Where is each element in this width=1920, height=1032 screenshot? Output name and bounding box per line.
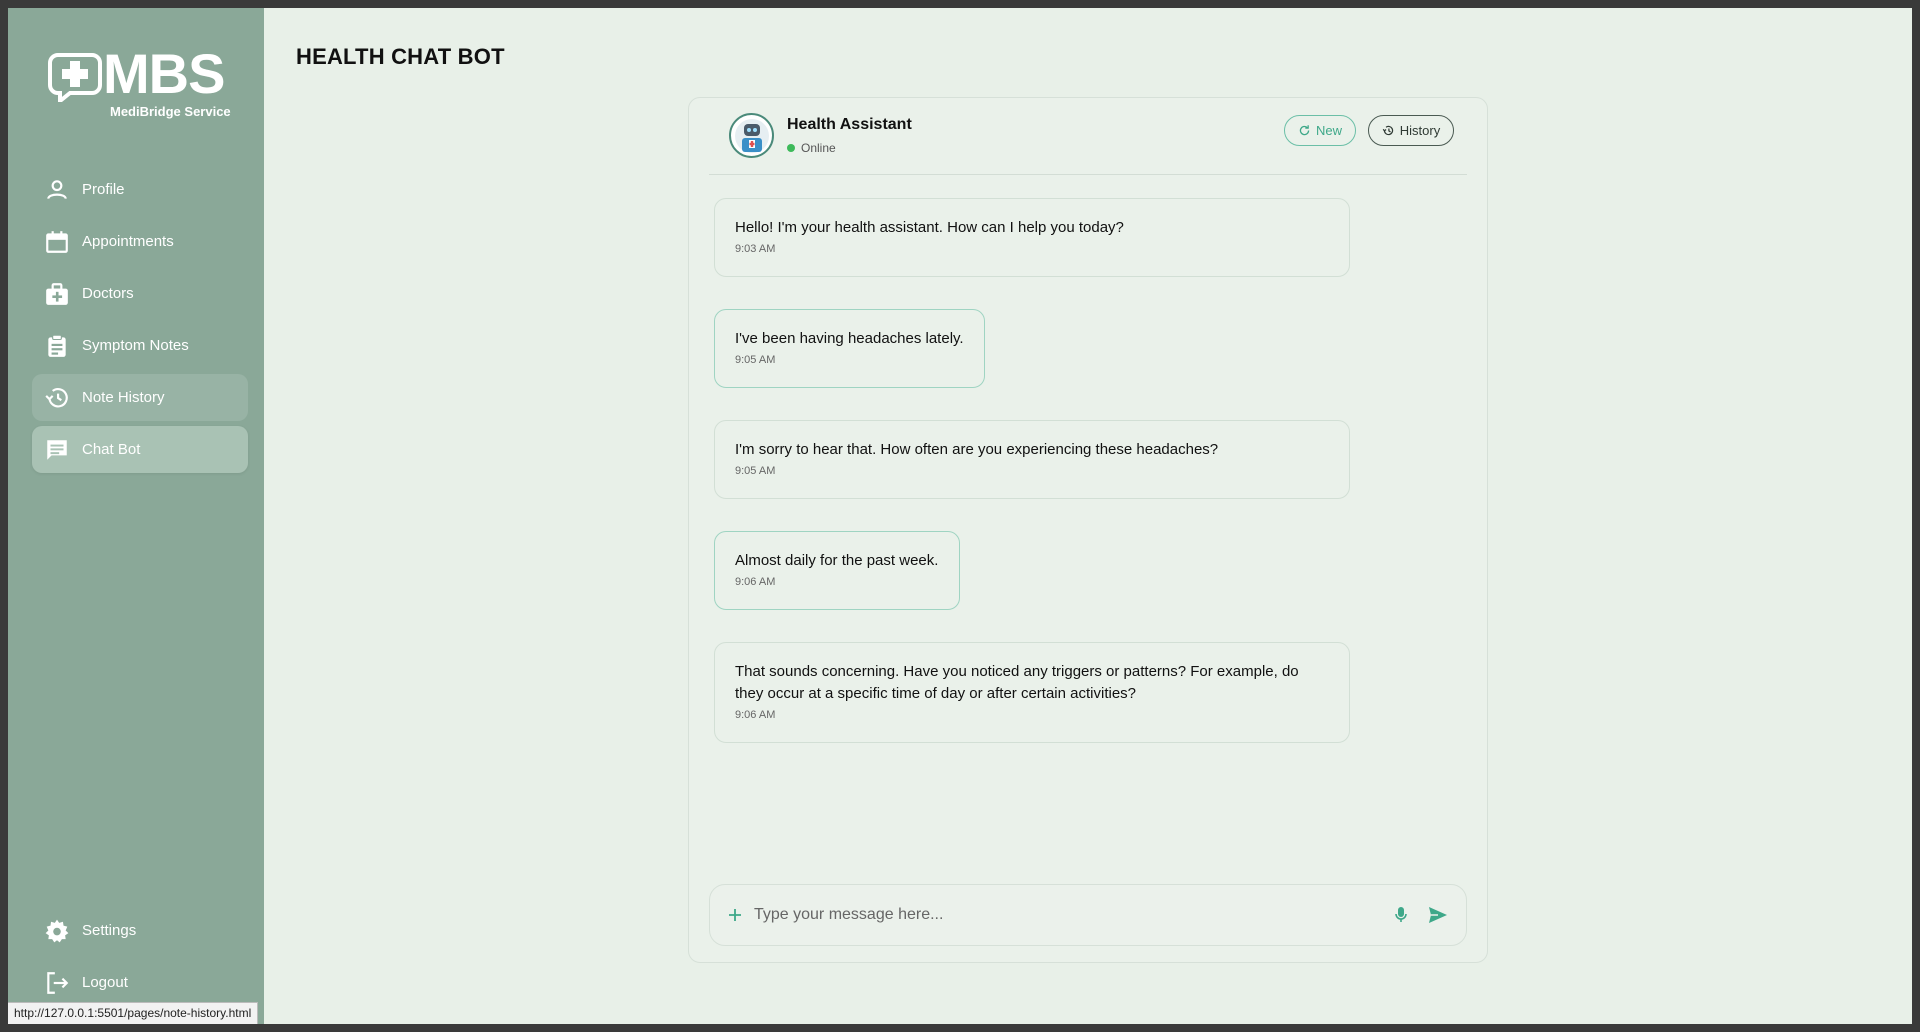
message-text: Hello! I'm your health assistant. How ca… xyxy=(735,219,1124,236)
online-dot-icon xyxy=(787,144,795,152)
message-bot: That sounds concerning. Have you noticed… xyxy=(714,642,1350,743)
logo-subtitle: MediBridge Service xyxy=(110,104,231,119)
robot-doctor-icon xyxy=(734,118,769,153)
history-icon xyxy=(1382,125,1393,136)
sidebar-item-settings[interactable]: Settings xyxy=(32,907,248,954)
chat-card: Health Assistant Online New History Hell… xyxy=(688,97,1488,963)
app-window: MBS MediBridge Service Profile Appointme… xyxy=(8,8,1912,1024)
sidebar-item-label: Profile xyxy=(82,181,125,198)
medical-bag-icon xyxy=(46,282,68,305)
message-user: Almost daily for the past week. 9:06 AM xyxy=(714,531,960,610)
sidebar-item-profile[interactable]: Profile xyxy=(32,166,248,213)
sidebar-nav: Profile Appointments Doctors Symptom Not… xyxy=(32,166,248,478)
sidebar-item-logout[interactable]: Logout xyxy=(32,959,248,1006)
online-status-label: Online xyxy=(801,141,836,155)
sidebar-item-label: Logout xyxy=(82,974,128,991)
page-title: HEALTH CHAT BOT xyxy=(296,44,505,69)
online-status: Online xyxy=(787,141,836,155)
history-icon xyxy=(45,387,68,407)
logo: MBS MediBridge Service xyxy=(48,44,233,123)
person-icon xyxy=(47,179,67,199)
avatar xyxy=(729,113,774,158)
sidebar-item-doctors[interactable]: Doctors xyxy=(32,270,248,317)
new-chat-button[interactable]: New xyxy=(1284,115,1356,146)
send-icon[interactable] xyxy=(1428,906,1448,924)
medical-chat-logo-icon xyxy=(48,53,102,102)
sidebar-item-chat-bot[interactable]: Chat Bot xyxy=(32,426,248,473)
message-input[interactable] xyxy=(754,906,1394,924)
refresh-icon xyxy=(1299,125,1310,136)
sidebar-bottom-nav: Settings Logout xyxy=(32,907,248,1011)
status-bar-url: http://127.0.0.1:5501/pages/note-history… xyxy=(8,1002,259,1024)
message-text: Almost daily for the past week. xyxy=(735,552,939,569)
sidebar-item-label: Appointments xyxy=(82,233,174,250)
message-bot: I'm sorry to hear that. How often are yo… xyxy=(714,420,1350,499)
assistant-name: Health Assistant xyxy=(787,116,912,133)
chat-icon xyxy=(47,439,67,460)
history-label: History xyxy=(1399,123,1441,138)
message-bot: Hello! I'm your health assistant. How ca… xyxy=(714,198,1350,277)
message-time: 9:05 AM xyxy=(735,354,776,366)
history-button[interactable]: History xyxy=(1368,115,1454,146)
logo-text: MBS xyxy=(103,42,225,105)
main-content: HEALTH CHAT BOT Health Assistant Online … xyxy=(264,8,1912,1024)
sidebar-item-appointments[interactable]: Appointments xyxy=(32,218,248,265)
plus-icon[interactable] xyxy=(728,908,742,922)
message-input-bar xyxy=(709,884,1467,946)
gear-icon xyxy=(45,919,69,942)
message-time: 9:06 AM xyxy=(735,709,776,721)
message-text: That sounds concerning. Have you noticed… xyxy=(735,663,1299,702)
sidebar-item-label: Symptom Notes xyxy=(82,337,189,354)
message-user: I've been having headaches lately. 9:05 … xyxy=(714,309,985,388)
sidebar-item-label: Settings xyxy=(82,922,137,939)
sidebar-item-label: Doctors xyxy=(82,285,134,302)
sidebar-item-note-history[interactable]: Note History xyxy=(32,374,248,421)
sidebar-item-symptom-notes[interactable]: Symptom Notes xyxy=(32,322,248,369)
chat-header: Health Assistant Online New History xyxy=(709,98,1467,175)
message-text: I'm sorry to hear that. How often are yo… xyxy=(735,441,1219,458)
message-time: 9:05 AM xyxy=(735,465,776,477)
message-text: I've been having headaches lately. xyxy=(735,330,964,347)
sidebar-item-label: Chat Bot xyxy=(82,441,141,458)
sidebar: MBS MediBridge Service Profile Appointme… xyxy=(8,8,264,1024)
microphone-icon[interactable] xyxy=(1394,906,1408,924)
new-chat-label: New xyxy=(1315,123,1342,138)
sidebar-item-label: Note History xyxy=(82,389,165,406)
logout-icon xyxy=(47,971,69,994)
clipboard-icon xyxy=(48,334,66,357)
message-time: 9:06 AM xyxy=(735,576,776,588)
calendar-icon xyxy=(46,230,68,253)
message-time: 9:03 AM xyxy=(735,243,776,255)
